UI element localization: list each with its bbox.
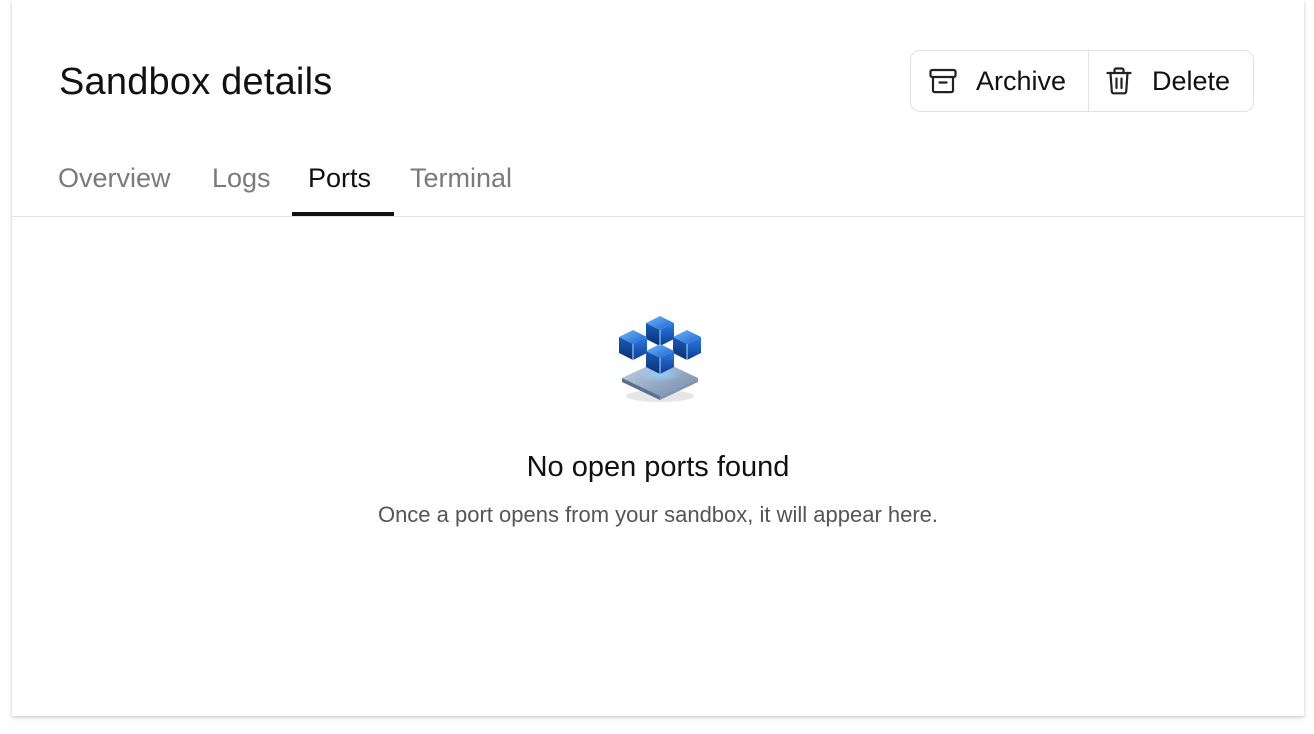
tab-logs[interactable]: Logs: [212, 160, 271, 196]
tab-terminal[interactable]: Terminal: [410, 160, 512, 196]
tab-ports[interactable]: Ports: [308, 160, 371, 196]
active-tab-indicator: [292, 212, 394, 216]
trash-icon: [1105, 66, 1133, 96]
empty-state-subtitle: Once a port opens from your sandbox, it …: [377, 502, 939, 527]
delete-button-label: Delete: [1152, 65, 1231, 96]
sandbox-details-panel: Sandbox details Archive Delete Overview …: [12, 0, 1304, 716]
action-button-group: Archive Delete: [910, 50, 1254, 112]
cubes-icon: [610, 310, 710, 410]
tab-bar: Overview Logs Ports Terminal: [12, 140, 1304, 217]
archive-button-label: Archive: [976, 65, 1067, 96]
delete-button[interactable]: Delete: [1089, 51, 1253, 111]
empty-state-title: No open ports found: [526, 451, 790, 483]
tab-overview[interactable]: Overview: [58, 160, 171, 196]
page-title: Sandbox details: [59, 61, 333, 103]
archive-button[interactable]: Archive: [911, 51, 1089, 111]
archive-icon: [928, 66, 958, 96]
